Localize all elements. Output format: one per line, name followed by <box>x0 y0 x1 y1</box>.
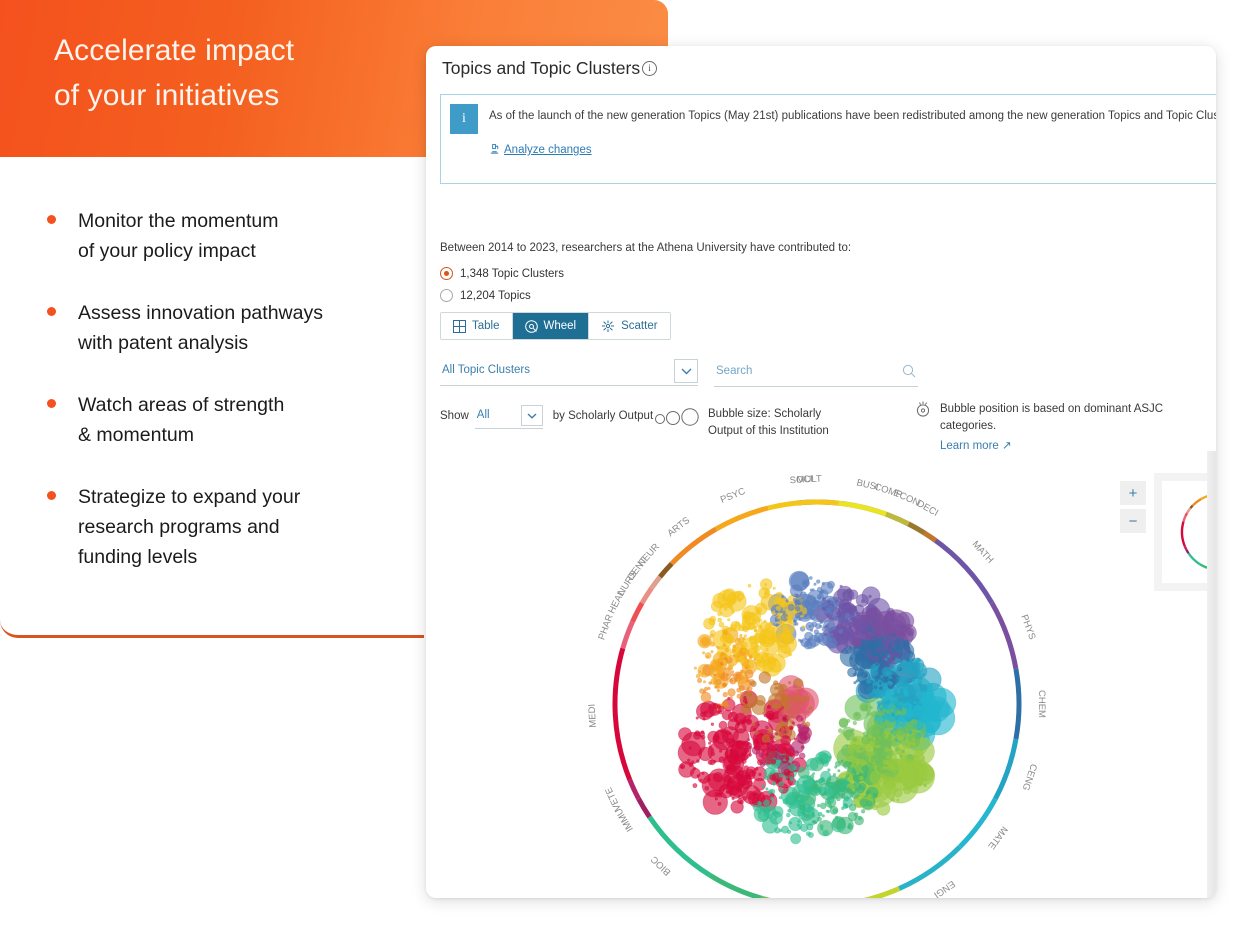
wheel-axis-label: PHAR <box>596 613 615 642</box>
bullet-dot-icon <box>47 399 56 408</box>
marketing-card: Accelerate impact of your initiatives Mo… <box>0 0 668 638</box>
panel-scrollbar[interactable] <box>1207 451 1216 898</box>
list-item: Watch areas of strength & momentum <box>40 390 410 450</box>
wheel-axis-label: PHYS <box>1018 613 1037 641</box>
show-label: Show <box>440 410 469 422</box>
info-banner-text: As of the launch of the new generation T… <box>489 108 1216 125</box>
show-select[interactable]: All <box>474 405 543 429</box>
analyze-changes-link[interactable]: Analyze changes <box>489 143 592 156</box>
list-item: Monitor the momentum of your policy impa… <box>40 206 410 266</box>
bullet-dot-icon <box>47 215 56 224</box>
grid-icon <box>453 319 466 333</box>
panel-title-text: Topics and Topic Clusters <box>442 58 641 78</box>
wheel-axis-label: PSYC <box>719 486 747 506</box>
chevron-down-icon[interactable] <box>520 405 543 426</box>
wheel-axis-label: BUSI <box>855 477 879 493</box>
bullet-dot-icon <box>47 491 56 500</box>
wheel-axis-label: MATH <box>970 539 996 566</box>
analyze-changes-label: Analyze changes <box>504 144 592 156</box>
zoom-out-button[interactable]: − <box>1120 509 1146 533</box>
wheel-axis-label: CHEM <box>1036 690 1047 718</box>
tab-table-label: Table <box>472 320 500 332</box>
by-metric-label: by Scholarly Output <box>552 410 654 422</box>
wheel-axis-label: VETE <box>603 785 623 812</box>
info-circle-icon[interactable]: i <box>642 61 658 76</box>
bullet-dot-icon <box>47 307 56 316</box>
bubble-size-legend: Bubble size: Scholarly Output of this In… <box>654 406 858 440</box>
list-item-label: Assess innovation pathways with patent a… <box>78 302 323 354</box>
tab-wheel-label: Wheel <box>543 320 577 332</box>
target-icon <box>915 401 931 423</box>
list-item: Assess innovation pathways with patent a… <box>40 298 410 358</box>
benefits-list: Monitor the momentum of your policy impa… <box>40 206 410 604</box>
show-filter-row: Show All by Scholarly Output <box>440 405 654 429</box>
radio-unselected-icon[interactable] <box>440 289 453 302</box>
list-item-label: Watch areas of strength & momentum <box>78 394 285 446</box>
app-panel: Topics and Topic Clusters i i As of the l… <box>426 46 1216 898</box>
tab-table[interactable]: Table <box>441 313 513 339</box>
wheel-axis-label: NEUR <box>636 541 662 569</box>
asjc-position-note: Bubble position is based on dominant ASJ… <box>915 401 1216 455</box>
panel-title-row: Topics and Topic Clusters i <box>442 58 658 79</box>
context-line: Between 2014 to 2023, researchers at the… <box>440 242 852 254</box>
zoom-controls: + − <box>1120 481 1146 537</box>
bubble-layer[interactable] <box>677 570 957 845</box>
list-item-label: Strategize to expand your research progr… <box>78 486 301 568</box>
wheel-axis-label: MEDI <box>587 704 599 728</box>
radio-topics[interactable]: 12,204 Topics <box>440 289 531 302</box>
radio-topic-clusters[interactable]: 1,348 Topic Clusters <box>440 267 564 280</box>
page-title: Accelerate impact of your initiatives <box>54 34 295 112</box>
microscope-icon <box>490 143 499 154</box>
list-item-label: Monitor the momentum of your policy impa… <box>78 210 279 262</box>
wheel-axis-label: CENG <box>1020 762 1039 792</box>
wheel-axis-label: BIOC <box>649 853 673 877</box>
wheel-axis-label: ENGI <box>931 878 956 898</box>
info-banner: i As of the launch of the new generation… <box>440 94 1216 184</box>
asjc-note-label: Bubble position is based on dominant ASJ… <box>940 403 1164 432</box>
show-select-value: All <box>476 409 490 421</box>
bubble-size-label: Bubble size: Scholarly Output of this In… <box>708 408 829 437</box>
search-icon[interactable] <box>902 364 916 383</box>
tab-wheel[interactable]: Wheel <box>512 313 590 339</box>
topic-cluster-select[interactable]: All Topic Clusters <box>440 359 698 386</box>
wheel-axis-label: ARTS <box>665 515 692 539</box>
list-item: Strategize to expand your research progr… <box>40 482 410 572</box>
wheel-svg[interactable]: MULTCOMPMATHPHYSCHEMCENGMATEENGIENERENVI… <box>426 451 1216 898</box>
asjc-note-text: Bubble position is based on dominant ASJ… <box>940 401 1216 455</box>
bubble-size-icon <box>654 408 700 426</box>
info-banner-message: As of the launch of the new generation T… <box>489 110 1216 122</box>
chevron-down-icon[interactable] <box>674 359 698 383</box>
screenshot-root: Accelerate impact of your initiatives Mo… <box>0 0 1260 946</box>
search-input-placeholder: Search <box>716 365 753 377</box>
radio-topic-clusters-label: 1,348 Topic Clusters <box>460 268 564 280</box>
view-tab-group: Table Wheel Scatter <box>440 312 671 340</box>
wheel-axis-label: DECI <box>915 498 940 519</box>
tab-scatter[interactable]: Scatter <box>589 313 670 339</box>
topic-cluster-select-value: All Topic Clusters <box>442 364 530 376</box>
search-field[interactable]: Search <box>714 361 918 387</box>
scatter-icon <box>602 320 615 332</box>
radio-topics-label: 12,204 Topics <box>460 290 531 302</box>
radio-selected-icon[interactable] <box>440 267 453 280</box>
wheel-icon <box>524 319 538 333</box>
zoom-in-button[interactable]: + <box>1120 481 1146 505</box>
wheel-axis-label: SOCI <box>789 474 813 487</box>
topic-wheel-chart[interactable]: MULTCOMPMATHPHYSCHEMCENGMATEENGIENERENVI… <box>426 451 1216 898</box>
tab-scatter-label: Scatter <box>621 320 658 332</box>
wheel-axis-label: MATE <box>985 824 1009 851</box>
info-banner-icon: i <box>450 104 478 134</box>
